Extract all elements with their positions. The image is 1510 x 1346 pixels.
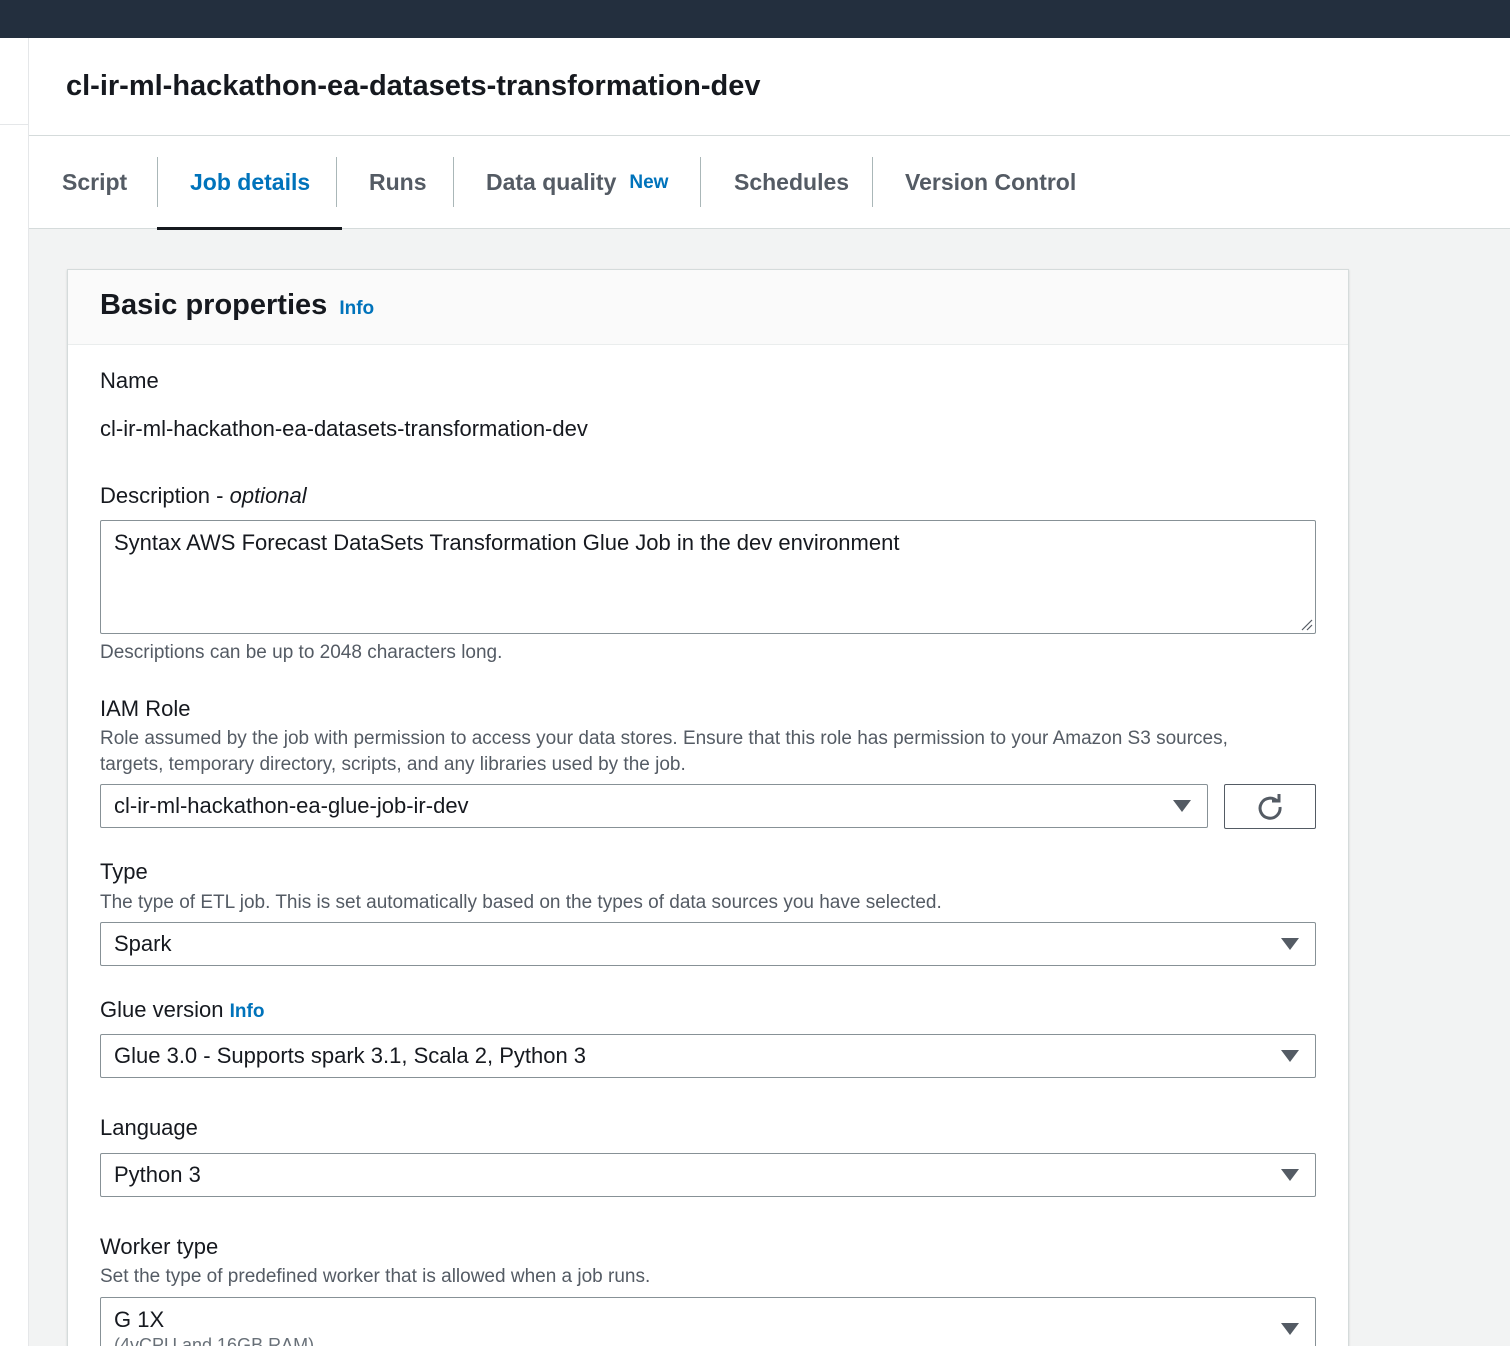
optional-tag: optional	[229, 483, 307, 508]
language-select[interactable]: Python 3	[100, 1153, 1316, 1197]
caret-down-icon	[1281, 1169, 1299, 1181]
worker-type-select[interactable]: G 1X (4vCPU and 16GB RAM)	[100, 1297, 1316, 1346]
caret-down-icon	[1173, 800, 1191, 812]
tab-label: Script	[62, 169, 128, 195]
description-label-text: Description -	[100, 483, 230, 508]
description-value: Syntax AWS Forecast DataSets Transformat…	[114, 530, 900, 555]
main-content: cl-ir-ml-hackathon-ea-datasets-transform…	[29, 38, 1510, 1346]
glue-version-label-text: Glue version	[100, 997, 224, 1022]
iam-role-value: cl-ir-ml-hackathon-ea-glue-job-ir-dev	[114, 793, 469, 818]
rail-divider	[0, 124, 29, 125]
worker-type-hint: Set the type of predefined worker that i…	[100, 1266, 651, 1287]
top-navigation-bar	[0, 0, 1510, 38]
basic-properties-panel: Basic properties Info Name cl-ir-ml-hack…	[67, 269, 1349, 1346]
tab-runs[interactable]: Runs	[369, 136, 427, 229]
worker-type-value: G 1X	[114, 1307, 165, 1332]
iam-role-label: IAM Role	[100, 696, 191, 721]
tab-version-control[interactable]: Version Control	[905, 136, 1076, 229]
tab-script[interactable]: Script	[62, 136, 127, 229]
info-link[interactable]: Info	[230, 1001, 265, 1022]
tab-separator	[157, 157, 158, 207]
glue-version-value: Glue 3.0 - Supports spark 3.1, Scala 2, …	[114, 1043, 587, 1068]
iam-role-hint-line2: targets, temporary directory, scripts, a…	[100, 754, 686, 775]
panel-title-text: Basic properties	[100, 289, 328, 321]
name-value: cl-ir-ml-hackathon-ea-datasets-transform…	[100, 416, 588, 441]
description-hint: Descriptions can be up to 2048 character…	[100, 642, 503, 663]
tab-label: Data quality	[486, 169, 617, 195]
tab-label: Runs	[369, 169, 427, 195]
tab-label: Version Control	[905, 169, 1077, 195]
panel-header: Basic properties Info	[68, 270, 1348, 345]
type-hint: The type of ETL job. This is set automat…	[100, 892, 942, 913]
type-value: Spark	[114, 931, 172, 956]
refresh-icon	[1258, 793, 1282, 820]
caret-down-icon	[1281, 1050, 1299, 1062]
worker-type-label: Worker type	[100, 1234, 219, 1259]
worker-type-subtext: (4vCPU and 16GB RAM)	[114, 1335, 315, 1346]
language-value: Python 3	[114, 1162, 201, 1187]
page-header: cl-ir-ml-hackathon-ea-datasets-transform…	[29, 38, 1510, 136]
description-textarea[interactable]: Syntax AWS Forecast DataSets Transformat…	[100, 520, 1316, 634]
page-title: cl-ir-ml-hackathon-ea-datasets-transform…	[66, 70, 761, 102]
tab-separator	[872, 157, 873, 207]
iam-role-select[interactable]: cl-ir-ml-hackathon-ea-glue-job-ir-dev	[100, 784, 1208, 828]
new-badge: New	[629, 171, 669, 193]
type-label: Type	[100, 859, 148, 884]
refresh-button[interactable]	[1224, 784, 1316, 829]
tab-label: Schedules	[734, 169, 850, 195]
tab-data-quality[interactable]: Data quality New	[486, 136, 668, 229]
info-link[interactable]: Info	[339, 298, 374, 319]
language-label: Language	[100, 1115, 198, 1140]
caret-down-icon	[1281, 938, 1299, 950]
tab-separator	[453, 157, 454, 207]
type-select[interactable]: Spark	[100, 922, 1316, 966]
description-label: Description - optional	[100, 483, 307, 509]
glue-version-select[interactable]: Glue 3.0 - Supports spark 3.1, Scala 2, …	[100, 1034, 1316, 1078]
side-navigation-rail	[0, 38, 29, 1346]
glue-version-label: Glue version Info	[100, 997, 264, 1023]
caret-down-icon	[1281, 1323, 1299, 1335]
tab-job-details[interactable]: Job details	[156, 136, 343, 230]
tab-separator	[700, 157, 701, 207]
panel-title: Basic properties Info	[100, 289, 374, 322]
iam-role-hint-line1: Role assumed by the job with permission …	[100, 728, 1228, 749]
resize-handle-icon[interactable]	[1299, 617, 1313, 631]
name-label: Name	[100, 368, 159, 393]
tab-label: Job details	[190, 169, 311, 195]
tab-separator	[336, 157, 337, 207]
tab-bar: Script Job details Runs Data quality New…	[29, 136, 1510, 230]
tab-schedules[interactable]: Schedules	[734, 136, 849, 229]
